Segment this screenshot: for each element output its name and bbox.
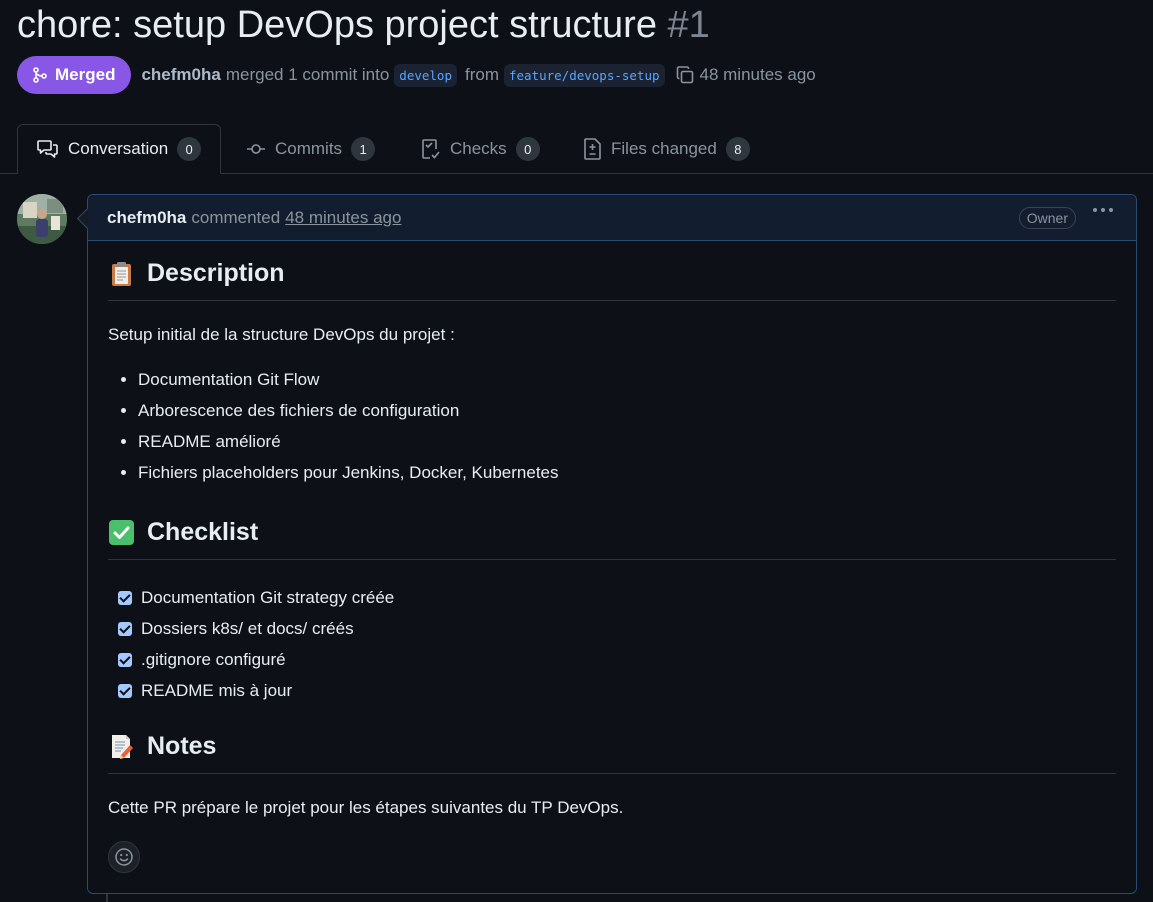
tab-checks-count: 0 xyxy=(515,137,540,161)
merged-status-badge: Merged xyxy=(17,56,132,94)
comment-timestamp-link[interactable]: 48 minutes ago xyxy=(285,208,401,228)
avatar[interactable] xyxy=(17,194,67,244)
comment-box: chefm0ha commented 48 minutes ago Owner … xyxy=(87,194,1137,894)
merge-action-text: merged 1 commit into xyxy=(225,65,390,84)
task-checkbox[interactable] xyxy=(118,652,132,667)
comment-discussion-icon xyxy=(37,140,58,158)
checklist-icon xyxy=(422,139,440,159)
comment-action-text: commented xyxy=(191,207,281,227)
comment-body: Description Setup initial de la structur… xyxy=(108,255,1116,818)
task-label: .gitignore configuré xyxy=(141,650,286,669)
task-label: Documentation Git strategy créée xyxy=(141,588,395,607)
task-label: Dossiers k8s/ et docs/ créés xyxy=(141,619,354,638)
tab-checks[interactable]: Checks 0 xyxy=(421,124,540,174)
tab-conversation-count: 0 xyxy=(177,137,202,161)
page-title: chore: setup DevOps project structure #1 xyxy=(17,2,710,48)
comment-author-link[interactable]: chefm0ha xyxy=(107,208,186,228)
merged-status-label: Merged xyxy=(55,65,116,84)
pr-author-link[interactable]: chefm0ha xyxy=(141,65,220,85)
tab-conversation-label: Conversation xyxy=(68,139,169,158)
notes-heading-text: Notes xyxy=(147,731,217,760)
smiley-icon xyxy=(115,848,133,866)
add-reaction-button[interactable] xyxy=(108,841,140,873)
white-check-mark-icon xyxy=(108,519,135,546)
pr-tabs: Conversation 0 Commits 1 Checks 0 Files … xyxy=(0,124,1153,174)
tab-conversation[interactable]: Conversation 0 xyxy=(17,124,222,174)
description-intro: Setup initial de la structure DevOps du … xyxy=(108,325,455,344)
notes-heading: Notes xyxy=(108,728,1116,774)
copy-icon[interactable] xyxy=(675,65,695,85)
task-list-item: Dossiers k8s/ et docs/ créés xyxy=(108,613,1116,644)
tab-files-changed[interactable]: Files changed 8 xyxy=(582,124,750,174)
task-checkbox[interactable] xyxy=(118,590,132,605)
list-item: Arborescence des fichiers de configurati… xyxy=(138,399,1116,430)
task-label: README mis à jour xyxy=(141,681,293,700)
description-heading-text: Description xyxy=(147,258,285,287)
task-list-item: Documentation Git strategy créée xyxy=(108,582,1116,613)
tab-files-changed-label: Files changed xyxy=(611,139,717,158)
tab-commits-label: Commits xyxy=(275,139,343,158)
pull-request-page: chore: setup DevOps project structure #1… xyxy=(0,0,1153,902)
task-list-item: README mis à jour xyxy=(108,675,1116,706)
from-text: from xyxy=(464,65,499,84)
description-list: Documentation Git Flow Arborescence des … xyxy=(108,368,1116,492)
tab-commits[interactable]: Commits 1 xyxy=(246,124,376,174)
owner-badge: Owner xyxy=(1018,207,1076,229)
pr-meta: Merged chefm0ha merged 1 commit into dev… xyxy=(17,56,816,94)
tab-files-changed-count: 8 xyxy=(725,137,750,161)
task-checkbox[interactable] xyxy=(118,683,132,698)
checklist-heading: Checklist xyxy=(108,514,1116,560)
tab-commits-count: 1 xyxy=(351,137,376,161)
tab-checks-label: Checks xyxy=(450,139,507,158)
list-item: Fichiers placeholders pour Jenkins, Dock… xyxy=(138,461,1116,492)
notes-text: Cette PR prépare le projet pour les étap… xyxy=(108,798,624,817)
comment-header: chefm0ha commented 48 minutes ago Owner xyxy=(88,195,1136,241)
head-branch-label[interactable]: feature/devops-setup xyxy=(503,63,665,87)
git-merge-icon xyxy=(33,67,47,83)
base-branch-label[interactable]: develop xyxy=(394,63,457,87)
task-list: Documentation Git strategy créée Dossier… xyxy=(108,582,1116,706)
kebab-menu-icon[interactable] xyxy=(1093,208,1113,212)
pr-number: #1 xyxy=(667,4,710,46)
git-commit-icon xyxy=(247,144,265,154)
description-heading: Description xyxy=(108,255,1116,301)
memo-icon xyxy=(108,733,135,760)
task-checkbox[interactable] xyxy=(118,621,132,636)
clipboard-icon xyxy=(108,260,135,287)
merge-time: 48 minutes ago xyxy=(699,65,816,84)
checklist-heading-text: Checklist xyxy=(147,517,259,546)
file-diff-icon xyxy=(584,138,601,160)
task-list-item: .gitignore configuré xyxy=(108,644,1116,675)
list-item: README amélioré xyxy=(138,430,1116,461)
pr-title-text: chore: setup DevOps project structure xyxy=(17,4,657,46)
timeline-line xyxy=(106,894,108,902)
list-item: Documentation Git Flow xyxy=(138,368,1116,399)
